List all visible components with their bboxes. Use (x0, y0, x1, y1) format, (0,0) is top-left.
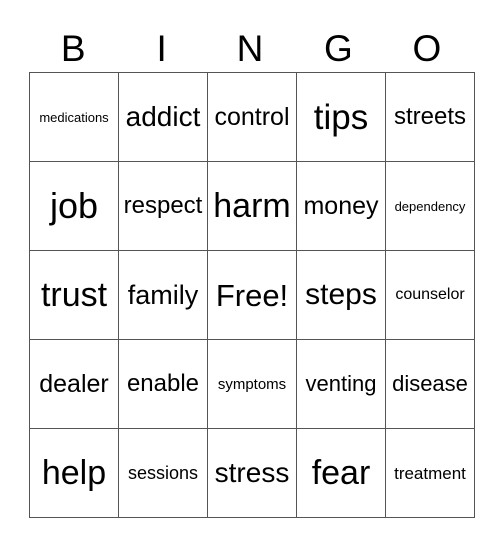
bingo-cell[interactable]: disease (385, 339, 475, 429)
bingo-cell[interactable]: fear (296, 428, 386, 518)
bingo-cell[interactable]: enable (118, 339, 208, 429)
bingo-cell[interactable]: counselor (385, 250, 475, 340)
bingo-cell[interactable]: help (29, 428, 119, 518)
header-letter-g: G (324, 28, 353, 69)
bingo-grid: medications addict control tips streets job re… (29, 72, 475, 518)
bingo-cell[interactable]: treatment (385, 428, 475, 518)
bingo-cell[interactable]: addict (118, 72, 208, 162)
bingo-cell[interactable]: steps (296, 250, 386, 340)
bingo-cell[interactable]: family (118, 250, 208, 340)
header-letter-o: O (412, 28, 442, 69)
bingo-cell[interactable]: job (29, 161, 119, 251)
bingo-cell[interactable]: respect (118, 161, 208, 251)
bingo-cell[interactable]: symptoms (207, 339, 297, 429)
bingo-row: job respect harm money dependency (29, 161, 475, 251)
bingo-row: help sessions stress fear treatment (29, 428, 475, 518)
bingo-cell[interactable]: dealer (29, 339, 119, 429)
bingo-cell[interactable]: trust (29, 250, 119, 340)
bingo-cell[interactable]: venting (296, 339, 386, 429)
bingo-cell[interactable]: stress (207, 428, 297, 518)
bingo-cell[interactable]: control (207, 72, 297, 162)
bingo-cell[interactable]: money (296, 161, 386, 251)
bingo-cell[interactable]: tips (296, 72, 386, 162)
bingo-header: B I N G O (29, 26, 471, 72)
header-letter-b: B (60, 28, 86, 69)
header-letter-i: I (156, 28, 167, 69)
bingo-row: dealer enable symptoms venting disease (29, 339, 475, 429)
bingo-row: medications addict control tips streets (29, 72, 475, 162)
bingo-cell[interactable]: streets (385, 72, 475, 162)
bingo-cell[interactable]: dependency (385, 161, 475, 251)
bingo-cell[interactable]: medications (29, 72, 119, 162)
bingo-row: trust family Free! steps counselor (29, 250, 475, 340)
bingo-cell[interactable]: harm (207, 161, 297, 251)
bingo-cell[interactable]: Free! (207, 250, 297, 340)
bingo-cell[interactable]: sessions (118, 428, 208, 518)
header-letter-n: N (236, 28, 264, 69)
